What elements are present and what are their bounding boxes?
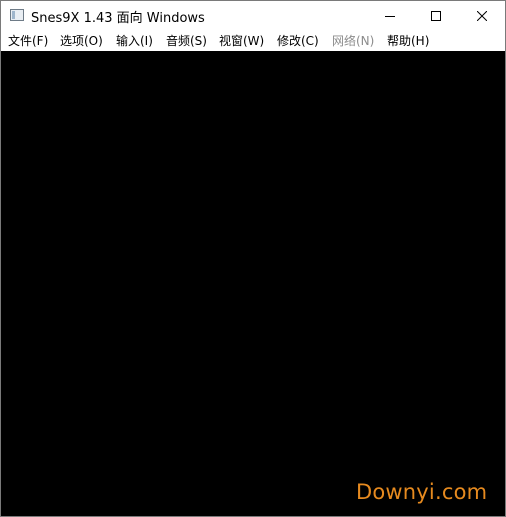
- maximize-icon: [431, 11, 441, 21]
- minimize-button[interactable]: [367, 1, 413, 31]
- maximize-button[interactable]: [413, 1, 459, 31]
- menu-cheat[interactable]: 修改(C): [277, 33, 319, 49]
- emulator-display[interactable]: [1, 51, 505, 516]
- menu-bar: 文件(F) 选项(O) 输入(I) 音频(S) 视窗(W) 修改(C) 网络(N…: [1, 31, 505, 51]
- menu-help[interactable]: 帮助(H): [387, 33, 429, 49]
- menu-audio[interactable]: 音频(S): [166, 33, 207, 49]
- window-title: Snes9X 1.43 面向 Windows: [31, 11, 205, 26]
- app-icon[interactable]: [10, 9, 24, 21]
- menu-options[interactable]: 选项(O): [60, 33, 103, 49]
- menu-file[interactable]: 文件(F): [8, 33, 48, 49]
- app-window: Snes9X 1.43 面向 Windows 文件(F) 选项(O) 输入(I)…: [0, 0, 506, 517]
- menu-input[interactable]: 输入(I): [116, 33, 153, 49]
- minimize-icon: [385, 16, 395, 17]
- title-bar[interactable]: Snes9X 1.43 面向 Windows: [1, 1, 505, 31]
- menu-network: 网络(N): [332, 34, 375, 48]
- watermark-text: Downyi.com: [356, 480, 488, 504]
- close-button[interactable]: [459, 1, 505, 31]
- close-icon: [477, 11, 487, 21]
- menu-window[interactable]: 视窗(W): [219, 33, 264, 49]
